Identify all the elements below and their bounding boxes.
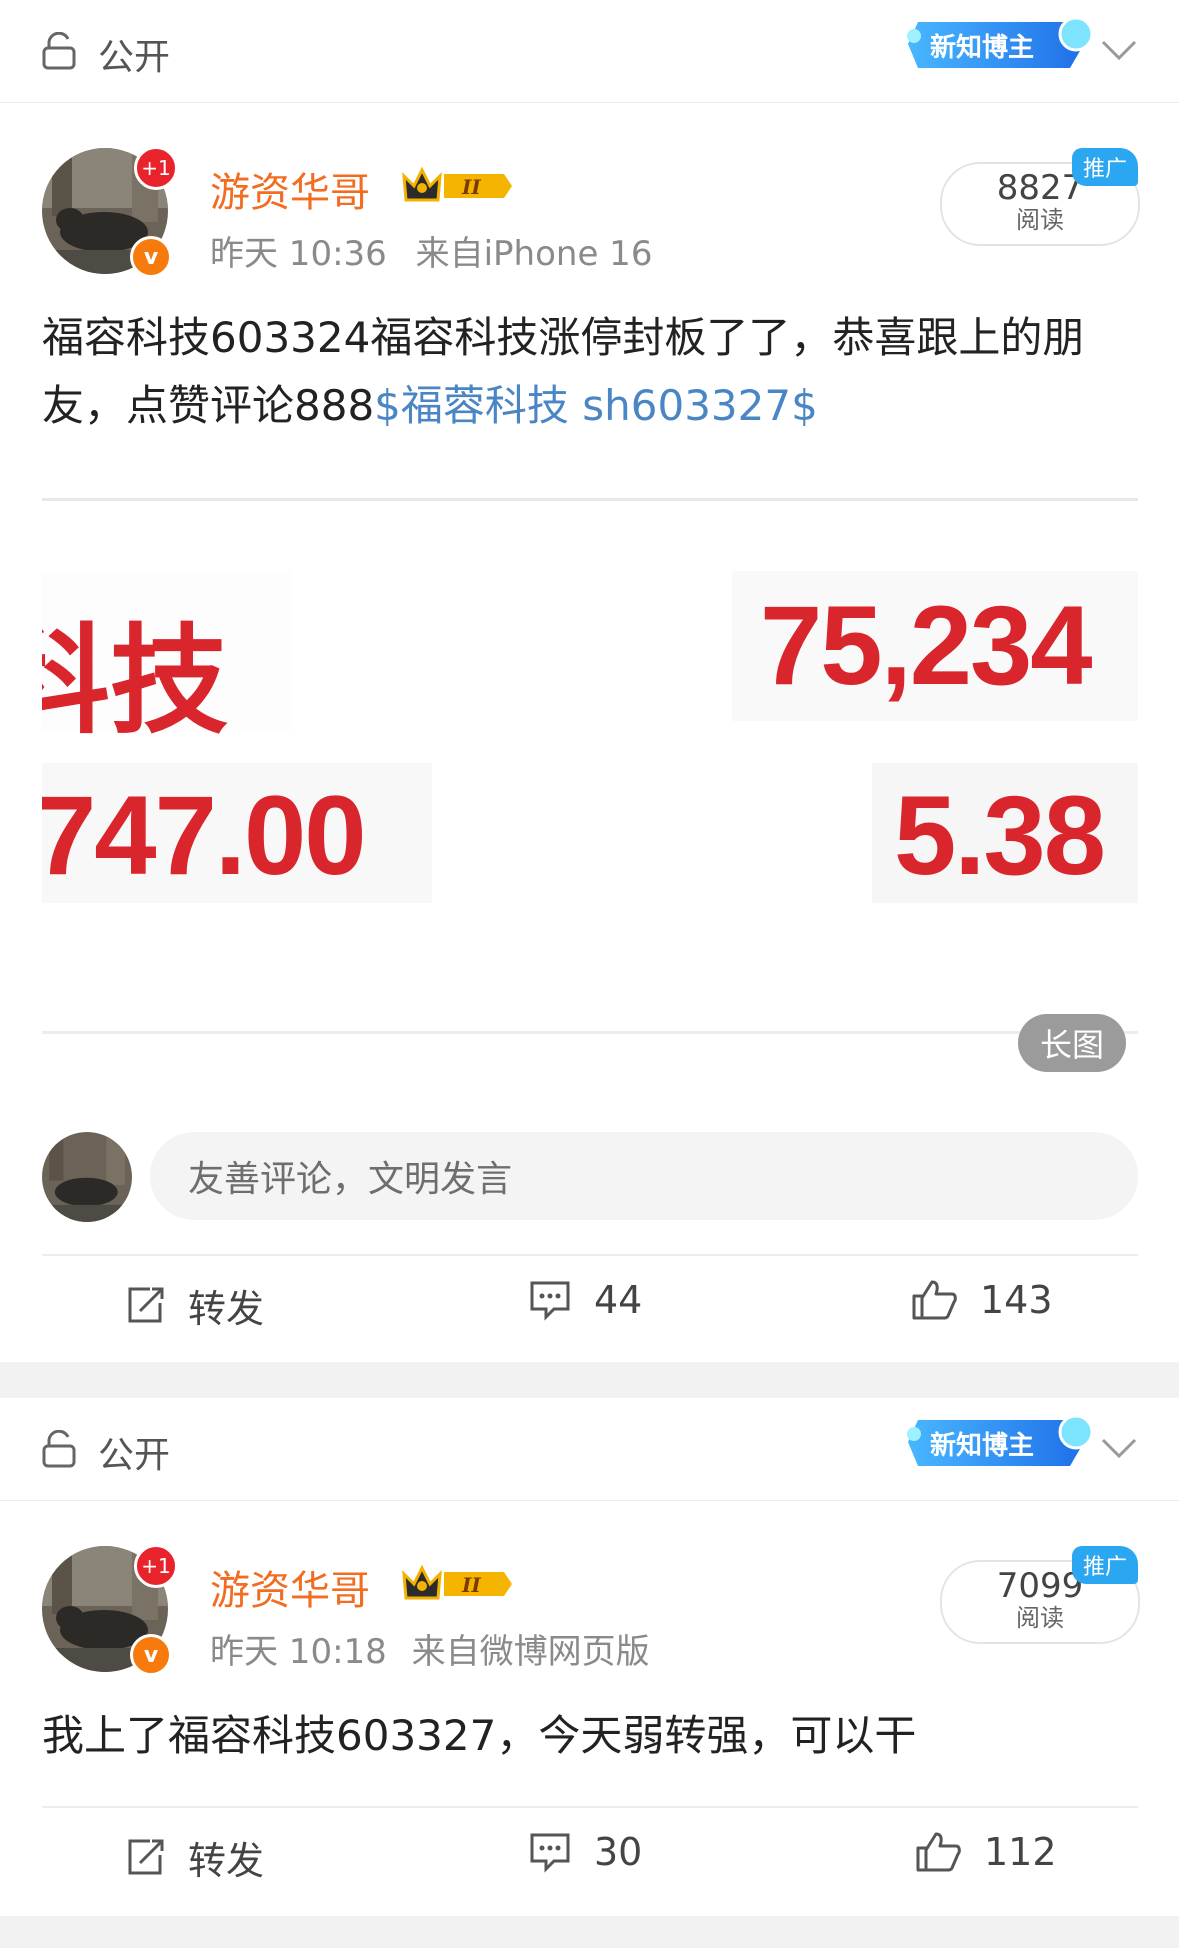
- crown-level-icon: II: [402, 166, 512, 202]
- promote-badge[interactable]: 推广: [1072, 148, 1138, 186]
- my-avatar: [42, 1132, 132, 1222]
- repost-button[interactable]: 转发: [124, 1830, 264, 1885]
- read-label: 阅读: [1016, 1604, 1064, 1632]
- next-post-edge: [0, 1948, 1179, 1958]
- notification-badge: +1: [134, 146, 178, 190]
- author-name[interactable]: 游资华哥: [210, 1558, 370, 1616]
- svg-text:新知博主: 新知博主: [930, 32, 1034, 63]
- weibo-post: 公开 新知博主 +1 v 游资华哥 II: [0, 1398, 1179, 1916]
- post-source: 来自微博网页版: [411, 1632, 650, 1672]
- unlock-icon: [42, 1430, 76, 1468]
- action-bar: 转发 44 143: [0, 1254, 1179, 1364]
- verified-icon: v: [130, 236, 172, 278]
- repost-icon: [128, 1839, 164, 1874]
- post-visibility-bar: 公开 新知博主: [0, 0, 1179, 103]
- thumbs-up-icon: [916, 1832, 961, 1872]
- svg-text:II: II: [461, 1573, 481, 1597]
- post-meta: 昨天 10:18 来自微博网页版: [210, 1624, 650, 1673]
- image-text-price: 747.00: [42, 773, 367, 898]
- crown-level-icon: II: [402, 1564, 512, 1600]
- post-time: 昨天 10:36: [210, 234, 387, 274]
- comment-icon: [530, 1281, 570, 1321]
- weibo-post: 公开 新知博主 +1 v 游资华哥 II: [0, 0, 1179, 1362]
- like-button[interactable]: 112: [914, 1830, 1057, 1874]
- repost-button[interactable]: 转发: [124, 1278, 264, 1333]
- repost-label: 转发: [188, 1839, 265, 1883]
- comment-input[interactable]: 友善评论，文明发言: [150, 1132, 1138, 1220]
- post-source: 来自iPhone 16: [415, 234, 653, 274]
- image-text-volume: 75,234: [760, 583, 1093, 708]
- post-text: 我上了福容科技603327，今天弱转强，可以干: [42, 1711, 917, 1760]
- svg-text:新知博主: 新知博主: [930, 1430, 1034, 1461]
- visibility-label[interactable]: 公开: [98, 1426, 170, 1478]
- svg-text:II: II: [461, 175, 481, 199]
- post-image[interactable]: 科技 75,234 747.00 5.38: [42, 498, 1138, 1034]
- image-text-tech: 科技: [42, 616, 229, 748]
- comment-button[interactable]: 30: [528, 1830, 642, 1874]
- author-name[interactable]: 游资华哥: [210, 160, 370, 218]
- repost-label: 转发: [188, 1287, 265, 1331]
- repost-icon: [128, 1287, 164, 1322]
- long-image-badge: 长图: [1018, 1014, 1126, 1072]
- chevron-down-icon[interactable]: [1100, 1436, 1138, 1460]
- notification-badge: +1: [134, 1544, 178, 1588]
- chevron-down-icon[interactable]: [1100, 38, 1138, 62]
- verified-icon: v: [130, 1634, 172, 1676]
- stock-tag-link[interactable]: $福蓉科技 sh603327$: [374, 381, 818, 430]
- image-text-rate: 5.38: [894, 773, 1106, 898]
- action-bar: 转发 30 112: [0, 1806, 1179, 1916]
- comment-button[interactable]: 44: [528, 1278, 642, 1322]
- comment-count: 44: [594, 1278, 643, 1322]
- new-knowledge-blogger-badge[interactable]: 新知博主: [900, 8, 1096, 78]
- promote-badge[interactable]: 推广: [1072, 1546, 1138, 1584]
- unlock-icon: [42, 32, 76, 70]
- post-time: 昨天 10:18: [210, 1632, 387, 1672]
- visibility-label[interactable]: 公开: [98, 28, 170, 80]
- comment-icon: [530, 1833, 570, 1873]
- post-meta: 昨天 10:36 来自iPhone 16: [210, 226, 652, 275]
- comment-count: 30: [594, 1830, 643, 1874]
- thumbs-up-icon: [912, 1280, 957, 1320]
- post-text: 福容科技603324福容科技涨停封板了了，恭喜跟上的朋友，点赞评论888$福蓉科…: [42, 304, 1142, 440]
- new-knowledge-blogger-badge[interactable]: 新知博主: [900, 1406, 1096, 1476]
- post-visibility-bar: 公开 新知博主: [0, 1398, 1179, 1501]
- like-button[interactable]: 143: [910, 1278, 1053, 1322]
- like-count: 112: [984, 1830, 1057, 1874]
- read-label: 阅读: [1016, 206, 1064, 234]
- like-count: 143: [980, 1278, 1053, 1322]
